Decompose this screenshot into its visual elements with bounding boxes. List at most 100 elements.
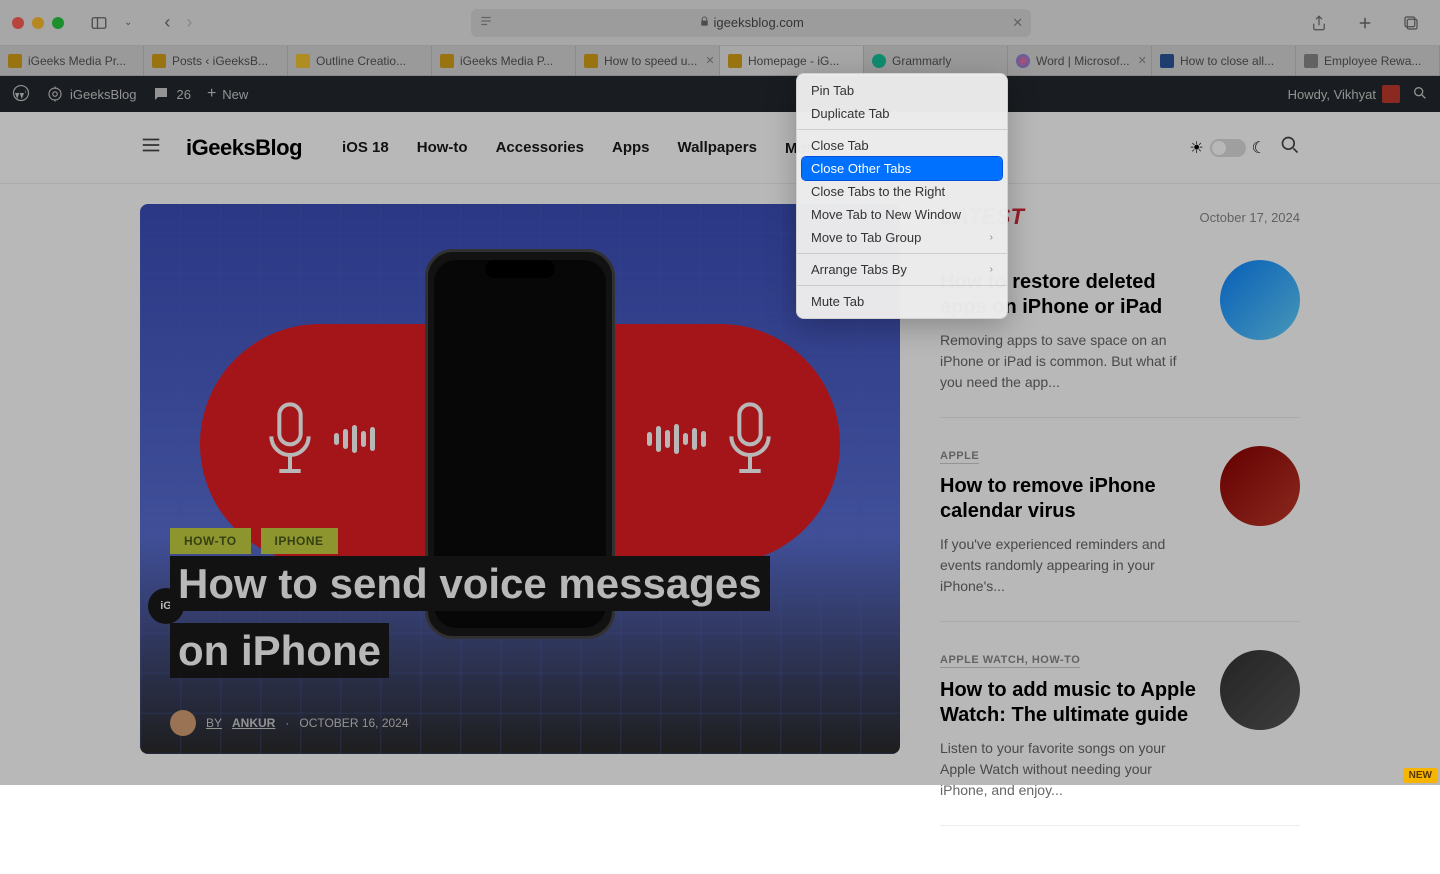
minimize-window-button[interactable] <box>32 17 44 29</box>
lock-icon <box>699 15 710 30</box>
browser-tab[interactable]: iGeeks Media P... <box>432 46 576 75</box>
nav-item[interactable]: Wallpapers <box>677 139 756 157</box>
sun-icon: ☀ <box>1189 138 1203 158</box>
browser-tab[interactable]: iGeeks Media Pr... <box>0 46 144 75</box>
new-tab-button[interactable] <box>1348 10 1382 36</box>
browser-tab[interactable]: How to close all... <box>1152 46 1296 75</box>
favicon-icon <box>296 54 310 68</box>
search-button[interactable] <box>1280 135 1300 160</box>
sidebar-article[interactable]: APPLE WATCH, HOW-TO How to add music to A… <box>940 650 1300 826</box>
wp-logo-icon[interactable] <box>12 84 30 105</box>
site-logo[interactable]: iGeeksBlog <box>186 135 302 161</box>
article-category[interactable]: APPLE WATCH, HOW-TO <box>940 654 1080 668</box>
tab-label: iGeeks Media P... <box>460 54 553 68</box>
back-button[interactable]: ‹ <box>156 8 178 37</box>
tab-label: How to close all... <box>1180 54 1274 68</box>
article-thumbnail <box>1220 446 1300 526</box>
author-avatar-icon <box>170 710 196 736</box>
menu-item[interactable]: Close Tab <box>797 134 1007 157</box>
article-title: How to add music to Apple Watch: The ult… <box>940 678 1200 728</box>
nav-item[interactable]: Accessories <box>496 139 584 157</box>
wp-comments-link[interactable]: 26 <box>152 85 190 103</box>
article-excerpt: Listen to your favorite songs on your Ap… <box>940 738 1200 801</box>
browser-tab[interactable]: How to speed u... ✕ <box>576 46 720 75</box>
menu-item[interactable]: Duplicate Tab <box>797 102 1007 125</box>
stop-reload-button[interactable]: ✕ <box>1012 15 1023 31</box>
maximize-window-button[interactable] <box>52 17 64 29</box>
favicon-icon <box>152 54 166 68</box>
menu-separator <box>797 129 1007 130</box>
tab-context-menu: Pin TabDuplicate Tab Close TabClose Other… <box>796 73 1008 319</box>
tab-label: Employee Rewa... <box>1324 54 1421 68</box>
browser-tab[interactable]: Homepage - iG... <box>720 46 864 75</box>
wp-howdy-link[interactable]: Howdy, Vikhyat <box>1288 85 1400 103</box>
safari-toolbar: ⌄ ‹ › igeeksblog.com ✕ <box>0 0 1440 46</box>
browser-tab[interactable]: Word | Microsof... ✕ <box>1008 46 1152 75</box>
wp-new-link[interactable]: + New <box>207 85 248 103</box>
new-badge[interactable]: NEW <box>1403 768 1438 783</box>
wp-site-link[interactable]: iGeeksBlog <box>46 85 136 103</box>
favicon-icon <box>1160 54 1174 68</box>
browser-tab[interactable]: Outline Creatio... <box>288 46 432 75</box>
favicon-icon <box>8 54 22 68</box>
chevron-right-icon: › <box>990 264 993 275</box>
favicon-icon <box>440 54 454 68</box>
tab-close-button[interactable]: ✕ <box>703 52 716 69</box>
hero-meta: BY ANKUR · OCTOBER 16, 2024 <box>170 710 409 736</box>
tab-bar: iGeeks Media Pr... Posts ‹ iGeeksB... Outl… <box>0 46 1440 76</box>
tab-label: Word | Microsof... <box>1036 54 1130 68</box>
menu-separator <box>797 253 1007 254</box>
tab-label: iGeeks Media Pr... <box>28 54 126 68</box>
tab-overview-button[interactable] <box>1394 10 1428 36</box>
wp-search-icon[interactable] <box>1412 85 1428 104</box>
chevron-right-icon: › <box>990 232 993 243</box>
user-avatar-icon <box>1382 85 1400 103</box>
article-excerpt: Removing apps to save space on an iPhone… <box>940 330 1200 393</box>
sidebar-date: October 17, 2024 <box>1200 210 1300 225</box>
menu-item[interactable]: Move Tab to New Window <box>797 203 1007 226</box>
forward-button[interactable]: › <box>178 8 200 37</box>
tab-label: Posts ‹ iGeeksB... <box>172 54 268 68</box>
theme-toggle[interactable]: ☀ ☾ <box>1189 138 1266 158</box>
tab-label: Homepage - iG... <box>748 54 839 68</box>
author-link[interactable]: ANKUR <box>232 716 275 730</box>
menu-button[interactable] <box>140 134 162 161</box>
reader-mode-icon[interactable] <box>479 14 493 31</box>
toggle-switch[interactable] <box>1210 139 1246 157</box>
tab-group-dropdown[interactable]: ⌄ <box>116 13 140 32</box>
article-category[interactable]: APPLE <box>940 450 979 464</box>
nav-item[interactable]: How-to <box>417 139 468 157</box>
article-date: OCTOBER 16, 2024 <box>299 716 408 730</box>
address-bar[interactable]: igeeksblog.com ✕ <box>471 9 1031 37</box>
favicon-icon <box>584 54 598 68</box>
hero-article[interactable]: HOW-TOIPHONE iG How to send voice messag… <box>140 204 900 754</box>
menu-separator <box>797 285 1007 286</box>
article-excerpt: If you've experienced reminders and even… <box>940 534 1200 597</box>
window-controls <box>12 17 64 29</box>
site-header: iGeeksBlog iOS 18 How-to Accessories Apps Wa… <box>0 112 1440 184</box>
article-thumbnail <box>1220 260 1300 340</box>
tab-close-button[interactable]: ✕ <box>1136 52 1149 69</box>
menu-item[interactable]: Mute Tab <box>797 290 1007 313</box>
menu-item[interactable]: Arrange Tabs By› <box>797 258 1007 281</box>
sidebar-toggle-button[interactable] <box>82 10 116 36</box>
browser-tab[interactable]: Employee Rewa... <box>1296 46 1440 75</box>
main-nav: iOS 18How-toAccessoriesAppsWallpapersMor… <box>342 139 837 157</box>
menu-item[interactable]: Close Tabs to the Right <box>797 180 1007 203</box>
nav-item[interactable]: Apps <box>612 139 650 157</box>
browser-tab[interactable]: Grammarly <box>864 46 1008 75</box>
nav-item[interactable]: iOS 18 <box>342 139 389 157</box>
close-window-button[interactable] <box>12 17 24 29</box>
wp-admin-bar: iGeeksBlog 26 + New Howdy, Vikhyat <box>0 76 1440 112</box>
sidebar-article[interactable]: APPLEHow to remove iPhone calendar virus… <box>940 446 1300 622</box>
article-thumbnail <box>1220 650 1300 730</box>
url-text: igeeksblog.com <box>714 15 804 30</box>
menu-item[interactable]: Move to Tab Group› <box>797 226 1007 249</box>
moon-icon: ☾ <box>1252 138 1266 158</box>
browser-tab[interactable]: Posts ‹ iGeeksB... <box>144 46 288 75</box>
menu-item[interactable]: Close Other Tabs <box>802 157 1002 180</box>
menu-item[interactable]: Pin Tab <box>797 79 1007 102</box>
share-button[interactable] <box>1302 10 1336 36</box>
favicon-icon <box>1304 54 1318 68</box>
tab-label: How to speed u... <box>604 54 697 68</box>
